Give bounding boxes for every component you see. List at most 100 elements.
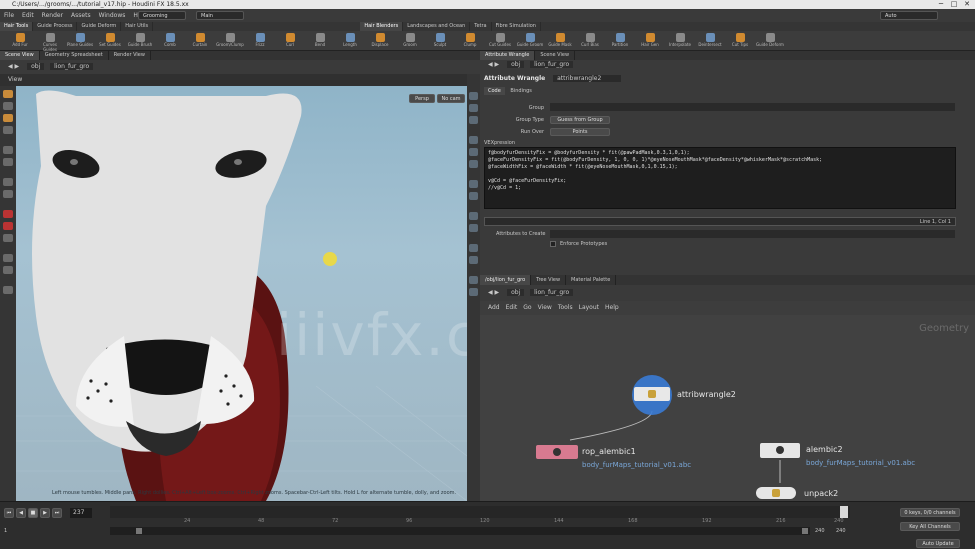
skip-end-icon[interactable]: ⏭ [52, 508, 62, 518]
home-icon[interactable] [469, 288, 478, 296]
shelf-tool[interactable]: Cut Guides [486, 32, 514, 50]
shelf-tool[interactable]: Guide Groom [516, 32, 544, 50]
shelf-tool[interactable]: Comb [156, 32, 184, 50]
orbit-icon[interactable] [3, 286, 13, 294]
shelf-tool[interactable]: Deintersect [696, 32, 724, 50]
network-editor[interactable]: Geometry attribwrangle2 rop_alembic1 bod… [480, 315, 975, 501]
shelf-tool[interactable]: Add Fur [6, 32, 34, 50]
attributes-to-create-input[interactable] [550, 230, 955, 238]
handle-icon[interactable] [3, 146, 13, 154]
tab-scene-view[interactable]: Scene View [0, 51, 40, 60]
snap-icon[interactable] [3, 222, 13, 230]
shelf-tool[interactable]: Guide Deform [756, 32, 784, 50]
ghost-icon[interactable] [469, 212, 478, 220]
menu-tools[interactable]: Tools [558, 304, 573, 311]
nav-arrows-icon[interactable]: ◀ ▶ [488, 289, 499, 296]
shelf-tool[interactable]: Displace [366, 32, 394, 50]
range-end-field[interactable]: 240 [815, 528, 825, 534]
menu-view[interactable]: View [538, 304, 552, 311]
sculpt-icon[interactable] [3, 190, 13, 198]
background-icon[interactable] [469, 192, 478, 200]
menu-file[interactable]: File [0, 9, 18, 22]
close-button[interactable]: ✕ [961, 0, 973, 9]
shelf-tool[interactable]: Length [336, 32, 364, 50]
play-icon[interactable]: ▶ [40, 508, 50, 518]
camera-view-icon[interactable] [469, 256, 478, 264]
net-path-obj[interactable]: obj [507, 289, 525, 296]
vex-code-editor[interactable]: f@bodyfurDensityFix = @bodyfurDensity * … [484, 147, 956, 209]
stop-icon[interactable]: ■ [28, 508, 38, 518]
key-all-channels-button[interactable]: Key All Channels [900, 522, 960, 531]
nav-arrows-icon[interactable]: ◀ ▶ [488, 61, 499, 68]
shelf-tool[interactable]: Partition [606, 32, 634, 50]
range-slider[interactable] [110, 527, 810, 535]
shelf-tab[interactable]: Hair Utils [121, 22, 154, 31]
shelf-tab[interactable]: Hair Tools [0, 22, 34, 31]
shelf-tool[interactable]: Plane Guides [66, 32, 94, 50]
shelf-tool[interactable]: Guide Brush [126, 32, 154, 50]
path-node[interactable]: lion_fur_gro [50, 63, 94, 70]
param-path-obj[interactable]: obj [507, 61, 525, 68]
group-type-menu[interactable]: Guess from Group [550, 116, 610, 124]
wireframe-icon[interactable] [469, 104, 478, 112]
normals-icon[interactable] [469, 160, 478, 168]
shelf-tool[interactable]: Clump [456, 32, 484, 50]
menu-layout[interactable]: Layout [579, 304, 599, 311]
tab-geometry-spreadsheet[interactable]: Geometry Spreadsheet [40, 51, 109, 60]
camera-icon[interactable] [3, 266, 13, 274]
keys-channels-button[interactable]: 0 keys, 0/0 channels [900, 508, 960, 517]
end-frame-field[interactable]: 240 [836, 528, 846, 534]
node-name-field[interactable]: attribwrangle2 [553, 75, 622, 82]
menu-go[interactable]: Go [523, 304, 531, 311]
range-end-handle[interactable] [802, 528, 808, 534]
back-icon[interactable]: ◀ ▶ [8, 63, 19, 70]
shelf-tool[interactable]: Guide Mask [546, 32, 574, 50]
menu-windows[interactable]: Windows [95, 9, 130, 22]
shelf-tab[interactable]: Fibre Simulation [492, 22, 541, 31]
pose-icon[interactable] [3, 158, 13, 166]
minimize-button[interactable]: ─ [935, 0, 947, 9]
tab-render-view[interactable]: Render View [109, 51, 151, 60]
shelf-tool[interactable]: Sculpt [426, 32, 454, 50]
path-obj[interactable]: obj [27, 63, 45, 70]
maximize-button[interactable]: □ [948, 0, 960, 9]
view-icon[interactable] [3, 254, 13, 262]
shelf-tool[interactable]: Curl Bias [576, 32, 604, 50]
shelf-tool[interactable]: Set Guides [96, 32, 124, 50]
shelf-tool[interactable]: Groom [396, 32, 424, 50]
select-icon[interactable] [3, 90, 13, 98]
tab-scene-view-right[interactable]: Scene View [535, 51, 576, 60]
shelf-tool[interactable]: Interpolate [666, 32, 694, 50]
group-input[interactable] [550, 103, 955, 111]
shelf-tool[interactable]: Curtain [186, 32, 214, 50]
start-frame-field[interactable]: 1 [4, 528, 7, 534]
template-icon[interactable] [469, 224, 478, 232]
frame-cursor[interactable] [840, 506, 848, 518]
display-icon[interactable] [469, 92, 478, 100]
rotate-icon[interactable] [3, 114, 13, 122]
move-icon[interactable] [3, 102, 13, 110]
grid-icon[interactable] [469, 180, 478, 188]
step-back-icon[interactable]: ◀ [16, 508, 26, 518]
tab-network[interactable]: /obj/lion_fur_gro [480, 275, 532, 285]
uv-icon[interactable] [469, 244, 478, 252]
camera-menu[interactable]: No cam [437, 94, 465, 103]
auto-update-selector[interactable]: Auto [880, 11, 938, 20]
menu-assets[interactable]: Assets [67, 9, 95, 22]
shelf-tool[interactable]: Groom/Clump [216, 32, 244, 50]
shelf-tool[interactable]: Curves Guides [36, 32, 64, 52]
shelf-tool[interactable]: Frizz [246, 32, 274, 50]
shelf-tool[interactable]: Cut Tips [726, 32, 754, 50]
desktop-selector[interactable]: Grooming [138, 11, 186, 20]
shelf-tab[interactable]: Landscapes and Ocean [403, 22, 471, 31]
shaded-icon[interactable] [469, 116, 478, 124]
shelf-tab[interactable]: Guide Deform [77, 22, 122, 31]
unpack-node[interactable] [756, 487, 796, 499]
attribwrangle-node[interactable] [634, 387, 670, 401]
tab-tree-view[interactable]: Tree View [531, 275, 567, 285]
skip-start-icon[interactable]: ⏮ [4, 508, 14, 518]
record-icon[interactable] [3, 210, 13, 218]
shelf-tool[interactable]: Bend [306, 32, 334, 50]
shelf-tool[interactable]: Curl [276, 32, 304, 50]
persp-menu[interactable]: Persp [409, 94, 435, 103]
